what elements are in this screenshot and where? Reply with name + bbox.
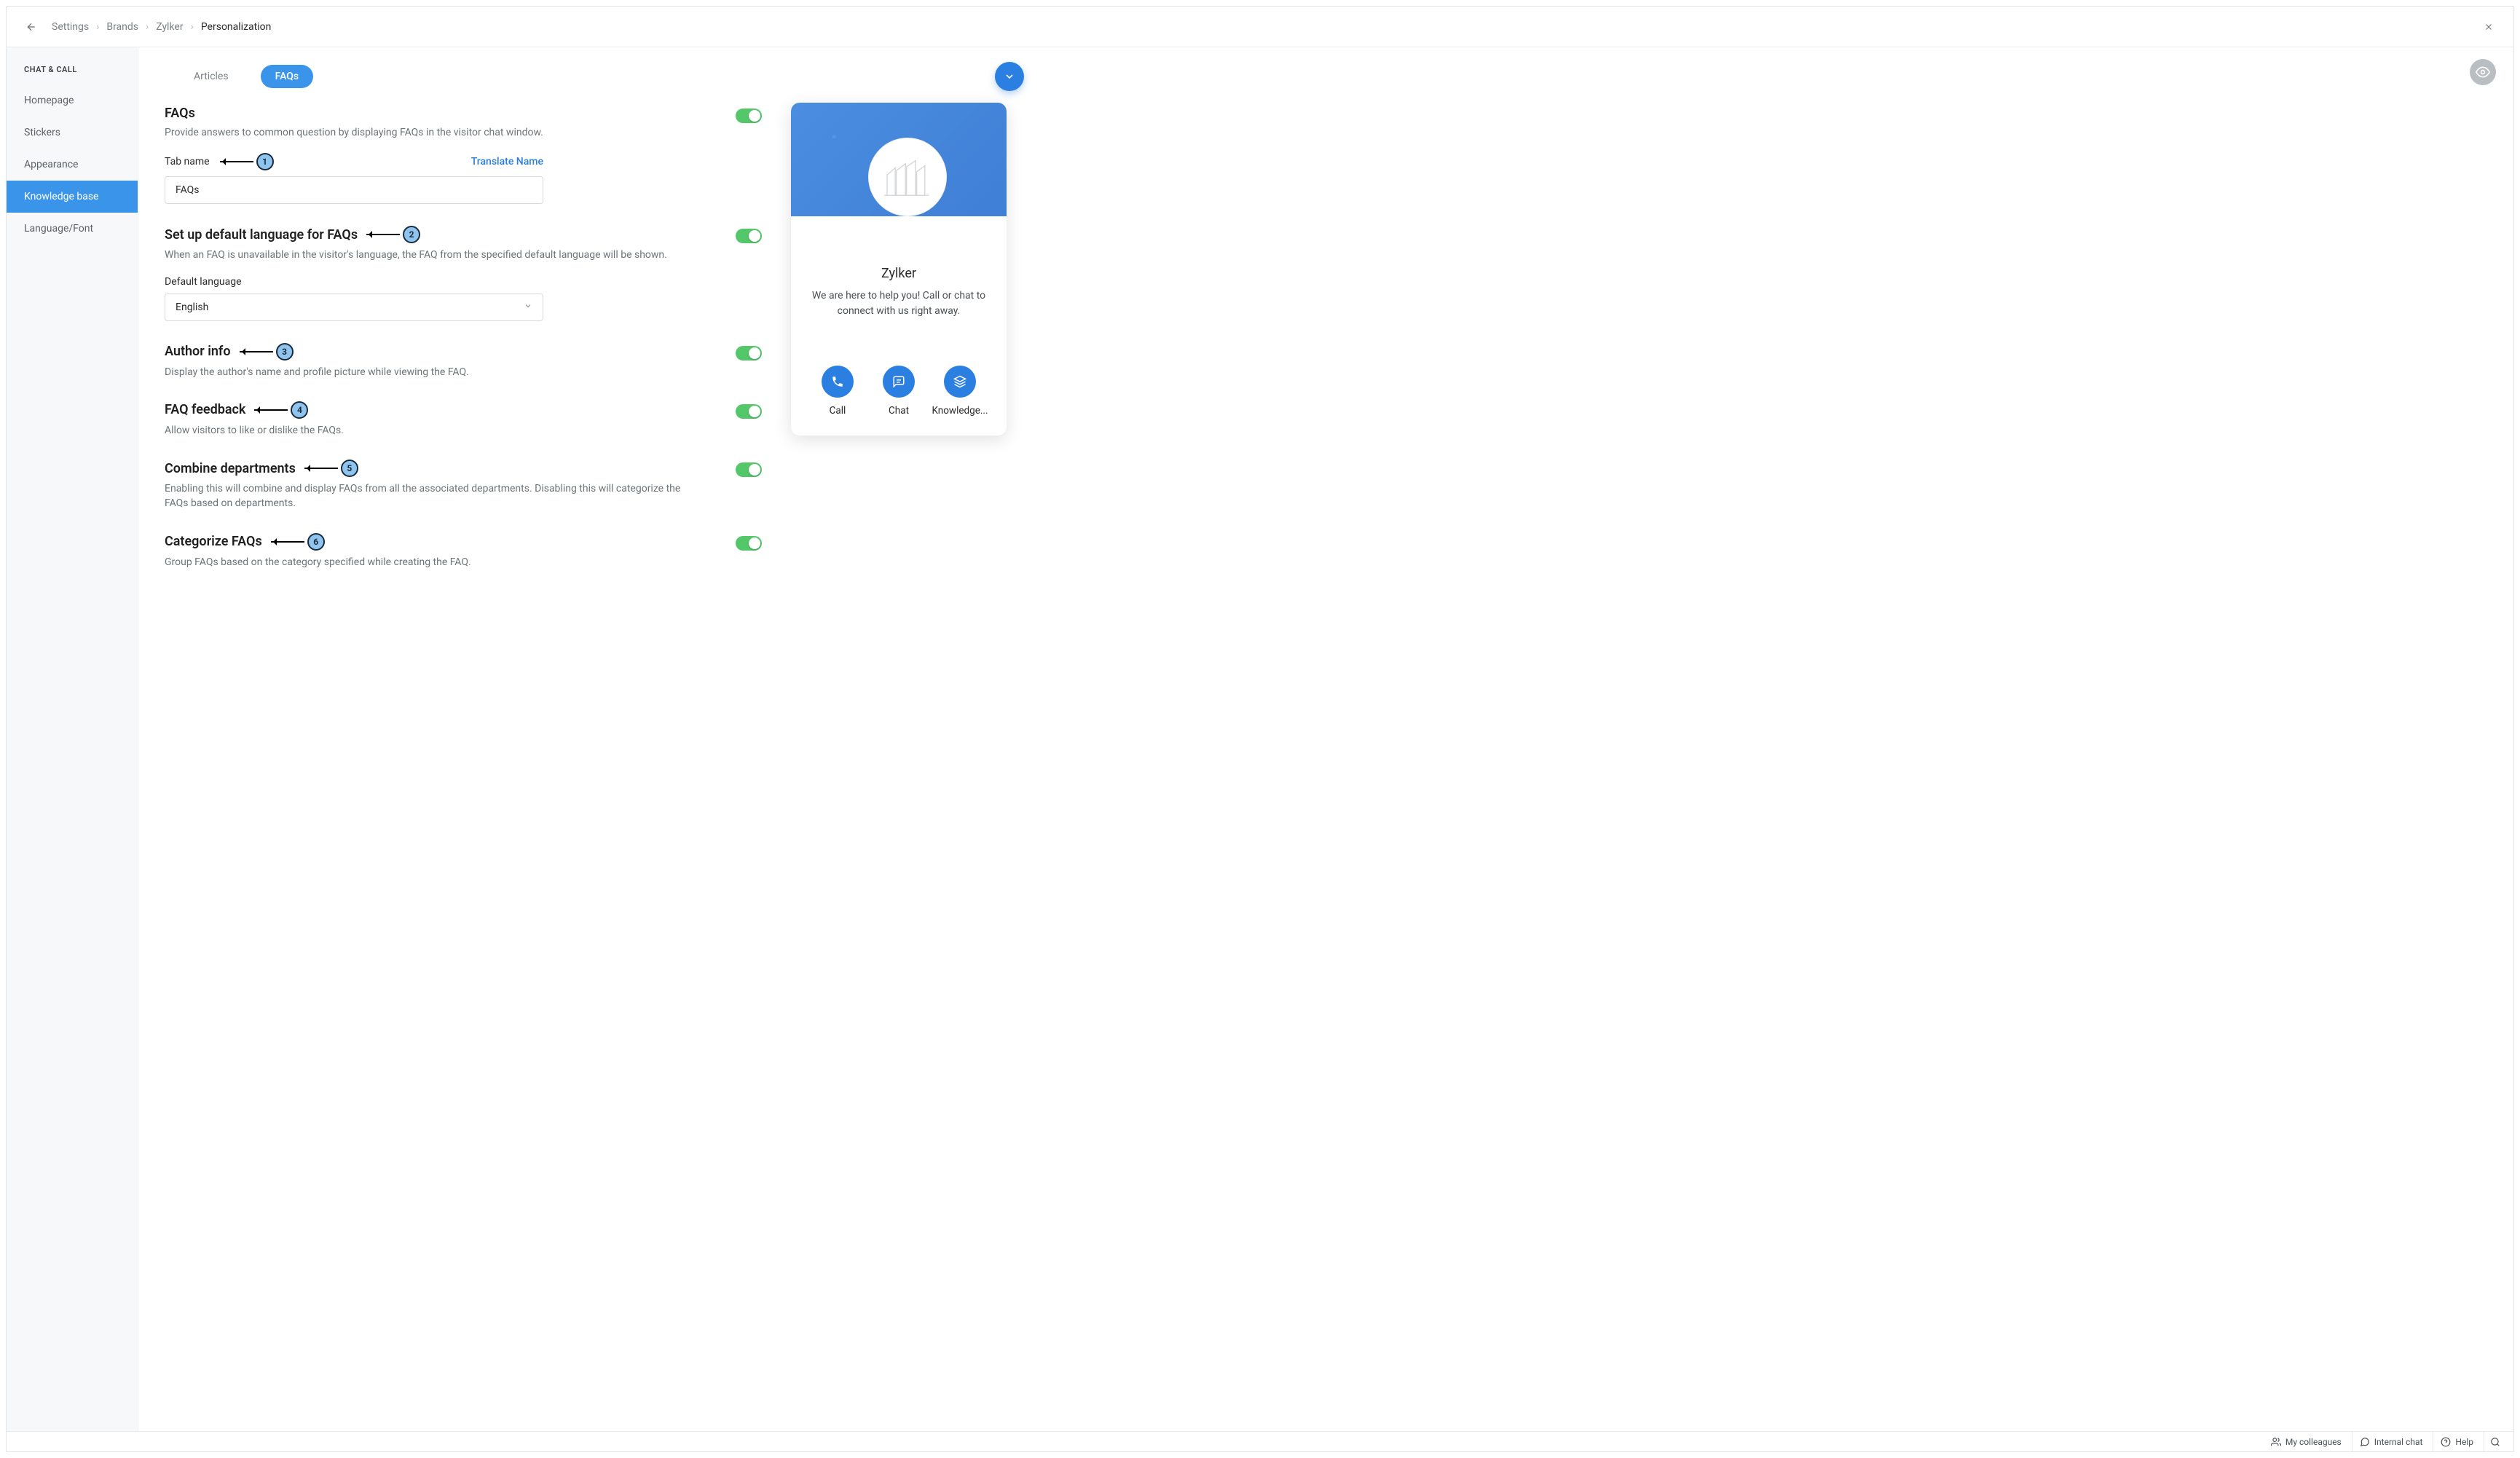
section-faq-feedback: FAQ feedback 4 Allow visitors to like or… [165,401,762,438]
toggle-faq-feedback[interactable] [736,404,762,419]
arrow-left-icon [25,21,37,33]
topbar: Settings › Brands › Zylker › Personaliza… [7,7,2513,47]
tab-faqs[interactable]: FAQs [261,65,314,88]
building-icon [882,157,933,197]
section-faqs: FAQs Provide answers to common question … [165,106,762,204]
search-icon [2490,1437,2500,1447]
default-language-value: English [176,302,208,313]
preview-card: Zylker We are here to help you! Call or … [791,103,1007,436]
annotation-1: 1 [220,153,274,170]
footer-help-label: Help [2455,1437,2473,1447]
back-button[interactable] [24,20,39,34]
combine-departments-title: Combine departments [165,461,296,476]
chevron-right-icon: › [146,21,149,33]
section-default-language: Set up default language for FAQs 2 When … [165,226,762,320]
crumb-settings[interactable]: Settings [52,21,89,33]
default-language-field-label: Default language [165,276,242,288]
sidebar-title: CHAT & CALL [7,65,138,84]
tab-articles[interactable]: Articles [179,65,243,88]
close-button[interactable] [2481,20,2496,34]
preview-action-call[interactable]: Call [807,366,868,417]
breadcrumb: Settings › Brands › Zylker › Personaliza… [52,21,271,33]
message-icon [2360,1437,2370,1447]
default-language-title: Set up default language for FAQs [165,227,358,243]
settings-column: Articles FAQs FAQs Provide answers to co… [165,62,762,591]
toggle-combine-departments[interactable] [736,462,762,477]
crumb-brand-name[interactable]: Zylker [156,21,183,33]
preview-action-call-label: Call [830,405,846,417]
faq-feedback-title: FAQ feedback [165,402,245,417]
annotation-5: 5 [304,460,358,477]
preview-brand-name: Zylker [807,266,991,281]
default-language-select[interactable]: English [165,293,543,321]
phone-icon [822,366,854,398]
section-author-info: Author info 3 Display the author's name … [165,343,762,379]
toggle-faqs[interactable] [736,109,762,123]
author-info-title: Author info [165,344,231,359]
footer-my-colleagues-label: My colleagues [2285,1437,2342,1447]
categorize-faqs-title: Categorize FAQs [165,534,262,549]
close-icon [2484,22,2494,32]
chevron-down-icon [524,302,532,313]
help-icon [2441,1437,2451,1447]
section-combine-departments: Combine departments 5 Enabling this will… [165,460,762,511]
annotation-2: 2 [366,226,420,243]
chevron-right-icon: › [191,21,194,33]
collapse-preview-button[interactable] [995,62,1024,91]
footer-internal-chat[interactable]: Internal chat [2352,1432,2430,1451]
section-faqs-desc: Provide answers to common question by di… [165,125,689,140]
layers-icon [944,366,976,398]
sidebar-item-appearance[interactable]: Appearance [7,149,138,181]
crumb-brands[interactable]: Brands [106,21,138,33]
faq-feedback-desc: Allow visitors to like or dislike the FA… [165,423,689,438]
preview-action-chat-label: Chat [889,405,909,417]
chat-icon [883,366,915,398]
footer-bar: My colleagues Internal chat Help [7,1431,2513,1451]
preview-action-chat[interactable]: Chat [868,366,929,417]
crumb-current: Personalization [201,21,272,33]
sidebar: CHAT & CALL Homepage Stickers Appearance… [7,47,138,1431]
preview-tagline: We are here to help you! Call or chat to… [807,288,991,319]
preview-toggle-button[interactable] [2470,59,2496,85]
combine-departments-desc: Enabling this will combine and display F… [165,481,689,511]
chevron-right-icon: › [96,21,99,33]
author-info-desc: Display the author's name and profile pi… [165,365,689,379]
categorize-faqs-desc: Group FAQs based on the category specifi… [165,555,689,570]
toggle-author-info[interactable] [736,346,762,360]
footer-internal-chat-label: Internal chat [2374,1437,2423,1447]
footer-search[interactable] [2484,1432,2506,1451]
preview-avatar [868,138,947,216]
section-categorize-faqs: Categorize FAQs 6 Group FAQs based on th… [165,533,762,570]
chevron-down-icon [1004,71,1015,82]
tab-name-label: Tab name [165,156,210,168]
preview-column: Zylker We are here to help you! Call or … [791,62,1024,436]
translate-name-link[interactable]: Translate Name [471,156,543,168]
annotation-4: 4 [254,401,308,419]
footer-help[interactable]: Help [2433,1432,2481,1451]
tab-name-input[interactable]: FAQs [165,176,543,204]
sidebar-item-knowledge-base[interactable]: Knowledge base [7,181,138,213]
annotation-3: 3 [240,343,294,360]
eye-icon [2476,65,2490,79]
toggle-categorize-faqs[interactable] [736,536,762,551]
annotation-6: 6 [271,533,325,551]
section-faqs-title: FAQs [165,106,718,121]
default-language-desc: When an FAQ is unavailable in the visito… [165,248,689,262]
preview-action-knowledge-label: Knowledge... [932,405,988,417]
toggle-default-language[interactable] [736,229,762,243]
preview-action-knowledge[interactable]: Knowledge... [929,366,991,417]
footer-my-colleagues[interactable]: My colleagues [2264,1432,2349,1451]
sidebar-item-stickers[interactable]: Stickers [7,117,138,149]
sidebar-item-language-font[interactable]: Language/Font [7,213,138,245]
main-area: Articles FAQs FAQs Provide answers to co… [138,47,2513,1431]
users-icon [2271,1437,2281,1447]
tab-name-value: FAQs [176,184,200,196]
kb-tabs: Articles FAQs [179,65,762,88]
sidebar-item-homepage[interactable]: Homepage [7,84,138,117]
